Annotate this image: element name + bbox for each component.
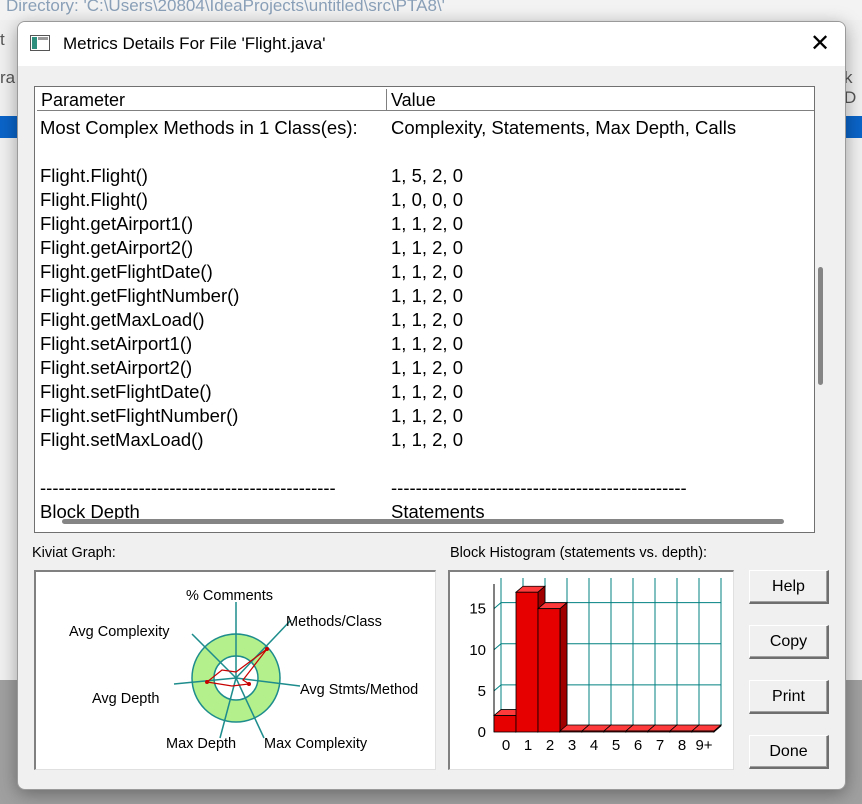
value-cell: 1, 1, 2, 0 bbox=[391, 237, 463, 258]
grid-line bbox=[493, 684, 502, 692]
app-window-icon bbox=[30, 35, 50, 51]
histogram-bar bbox=[581, 730, 605, 733]
kiviat-graph-panel: % Comments Methods/Class Avg Stmts/Metho… bbox=[34, 570, 436, 770]
value-cell: 1, 1, 2, 0 bbox=[391, 333, 463, 354]
value-cell: Complexity, Statements, Max Depth, Calls bbox=[391, 117, 737, 138]
horizontal-scrollbar-thumb[interactable] bbox=[62, 519, 784, 524]
block-histogram-panel: 0 5 10 15 0 1 2 3 4 5 6 7 8 9+ bbox=[448, 570, 734, 770]
histogram-bar bbox=[515, 591, 539, 733]
kiviat-axis-max-complexity: Max Complexity bbox=[264, 736, 368, 752]
y-tick-label: 10 bbox=[469, 642, 486, 659]
kiviat-axis-avg-depth: Avg Depth bbox=[92, 691, 159, 707]
histogram-bar bbox=[691, 730, 715, 733]
x-tick-label: 8 bbox=[678, 737, 686, 754]
x-tick-label: 4 bbox=[590, 737, 598, 754]
x-tick-label: 1 bbox=[524, 737, 532, 754]
copy-button[interactable]: Copy bbox=[749, 625, 829, 659]
kiviat-axis-methods-class: Methods/Class bbox=[286, 614, 382, 630]
value-cell: 1, 1, 2, 0 bbox=[391, 381, 463, 402]
kiviat-axis-max-depth: Max Depth bbox=[166, 736, 236, 752]
kiviat-axis-comments: % Comments bbox=[186, 588, 273, 604]
y-tick-label: 5 bbox=[478, 683, 486, 700]
value-cell: 1, 1, 2, 0 bbox=[391, 285, 463, 306]
x-tick-label: 7 bbox=[656, 737, 664, 754]
parameter-cell: Flight.setMaxLoad() bbox=[40, 429, 204, 450]
x-tick-label: 9+ bbox=[695, 737, 712, 754]
grid-line bbox=[493, 602, 502, 610]
vertical-scrollbar-thumb[interactable] bbox=[818, 267, 823, 385]
background-fragment: ra bbox=[0, 68, 16, 87]
dialog-titlebar: Metrics Details For File 'Flight.java' ✕ bbox=[18, 22, 845, 66]
background-fragment: k D bbox=[844, 68, 857, 107]
grid-line bbox=[493, 643, 502, 651]
metrics-details-dialog: Metrics Details For File 'Flight.java' ✕… bbox=[17, 21, 846, 790]
value-cell: 1, 0, 0, 0 bbox=[391, 189, 463, 210]
histogram-bar bbox=[537, 608, 561, 733]
histogram-bar bbox=[625, 730, 649, 733]
parameter-cell: Flight.getFlightNumber() bbox=[40, 285, 240, 306]
column-header-parameter[interactable]: Parameter bbox=[37, 89, 387, 111]
dialog-title: Metrics Details For File 'Flight.java' bbox=[63, 34, 326, 53]
kiviat-axis-avg-complexity: Avg Complexity bbox=[69, 624, 170, 640]
histogram-bar bbox=[669, 730, 693, 733]
value-cell: 1, 1, 2, 0 bbox=[391, 309, 463, 330]
background-fragment: t bbox=[0, 30, 5, 49]
kiviat-graph-label: Kiviat Graph: bbox=[32, 545, 116, 561]
value-cell: ----------------------------------------… bbox=[391, 477, 687, 498]
parameter-cell: Flight.setAirport2() bbox=[40, 357, 193, 378]
value-cell: 1, 1, 2, 0 bbox=[391, 429, 463, 450]
column-header-value[interactable]: Value bbox=[387, 89, 814, 111]
y-tick-label: 15 bbox=[469, 601, 486, 618]
value-cell: 1, 1, 2, 0 bbox=[391, 213, 463, 234]
y-tick-label: 0 bbox=[478, 724, 486, 741]
block-histogram-chart: 0510150 1 2 3 4 5 6 7 8 9+ bbox=[469, 578, 723, 754]
value-cell: 1, 5, 2, 0 bbox=[391, 165, 463, 186]
parameter-cell: Flight.Flight() bbox=[40, 165, 148, 186]
histogram-bar bbox=[559, 730, 583, 733]
metrics-table[interactable]: Parameter Value Most Complex Methods in … bbox=[34, 86, 815, 533]
x-tick-label: 5 bbox=[612, 737, 620, 754]
kiviat-graph: % Comments Methods/Class Avg Stmts/Metho… bbox=[69, 588, 418, 752]
value-cell: 1, 1, 2, 0 bbox=[391, 357, 463, 378]
parameter-cell: Flight.getAirport1() bbox=[40, 213, 194, 234]
close-button[interactable]: ✕ bbox=[795, 22, 845, 66]
x-tick-label: 6 bbox=[634, 737, 642, 754]
done-button[interactable]: Done bbox=[749, 735, 829, 769]
print-button[interactable]: Print bbox=[749, 680, 829, 714]
histogram-bar bbox=[493, 715, 517, 733]
help-button[interactable]: Help bbox=[749, 570, 829, 604]
parameter-cell: Flight.getAirport2() bbox=[40, 237, 194, 258]
background-path-text: Directory: 'C:\Users\20804\IdeaProjects\… bbox=[6, 0, 445, 15]
histogram-bar bbox=[647, 730, 671, 733]
value-cell: 1, 1, 2, 0 bbox=[391, 261, 463, 282]
parameter-cell: Flight.setAirport1() bbox=[40, 333, 193, 354]
x-tick-label: 0 bbox=[502, 737, 510, 754]
block-histogram-label: Block Histogram (statements vs. depth): bbox=[450, 545, 708, 561]
kiviat-axis-avg-stmts: Avg Stmts/Method bbox=[300, 682, 418, 698]
parameter-cell: ----------------------------------------… bbox=[40, 477, 336, 498]
x-tick-label: 2 bbox=[546, 737, 554, 754]
histogram-bar bbox=[603, 730, 627, 733]
parameter-cell: Flight.getMaxLoad() bbox=[40, 309, 205, 330]
parameter-cell: Most Complex Methods in 1 Class(es): bbox=[40, 117, 358, 138]
parameter-cell: Flight.Flight() bbox=[40, 189, 148, 210]
x-tick-label: 3 bbox=[568, 737, 576, 754]
parameter-cell: Flight.setFlightNumber() bbox=[40, 405, 239, 426]
parameter-cell: Flight.getFlightDate() bbox=[40, 261, 213, 282]
value-cell: 1, 1, 2, 0 bbox=[391, 405, 463, 426]
bar-side bbox=[559, 601, 568, 733]
parameter-cell: Flight.setFlightDate() bbox=[40, 381, 212, 402]
